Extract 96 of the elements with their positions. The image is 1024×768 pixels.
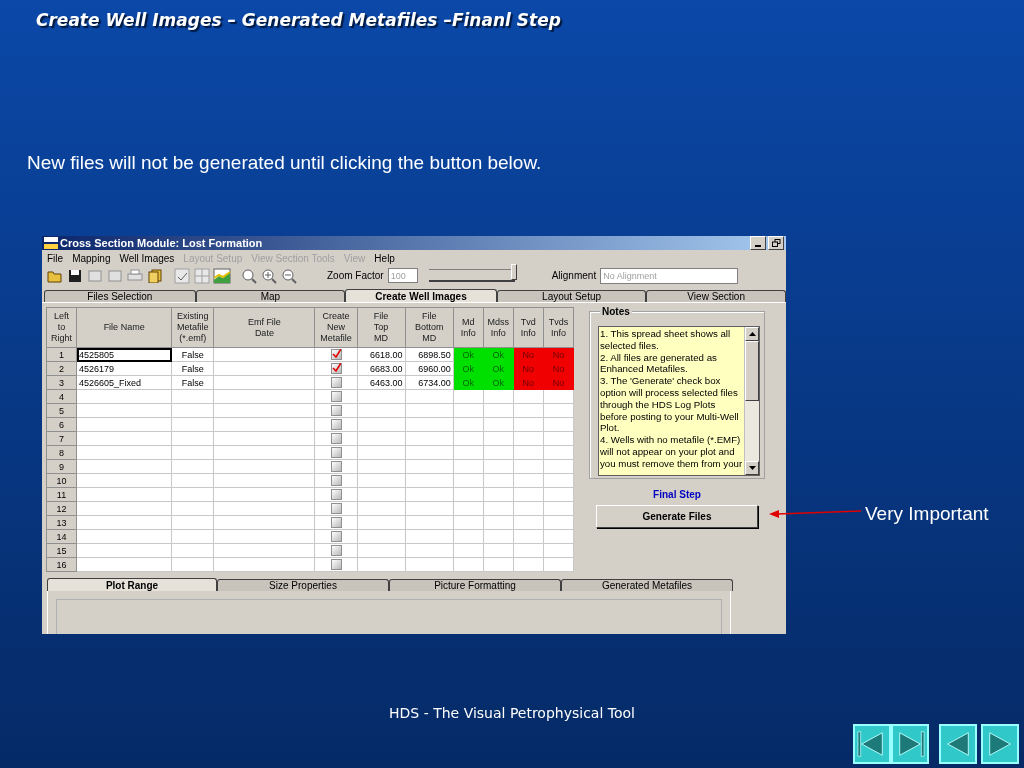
column-header: Tvd Info <box>513 307 544 348</box>
notes-title: Notes <box>600 306 632 317</box>
alignment-field[interactable]: No Alignment <box>600 267 739 284</box>
table-cell: False <box>171 375 214 390</box>
checkbox[interactable] <box>330 503 342 514</box>
tab[interactable]: Plot Range <box>47 578 217 591</box>
window-title: Cross Section Module: Lost Formation <box>60 237 264 249</box>
copy-icon[interactable] <box>145 266 164 285</box>
table-cell: False <box>171 347 214 362</box>
tab[interactable]: Layout Setup <box>496 290 647 302</box>
checkbox[interactable] <box>330 349 342 360</box>
footer-text: HDS - The Visual Petrophysical Tool <box>389 705 635 721</box>
table-cell[interactable] <box>76 501 172 516</box>
zoom-out-icon[interactable] <box>279 266 298 285</box>
table-cell: 6683.00 <box>357 361 406 376</box>
table-cell[interactable] <box>76 543 172 558</box>
checkbox[interactable] <box>330 419 342 430</box>
column-header: Left to Right <box>46 307 77 348</box>
menu-item[interactable]: Well Images <box>119 253 175 264</box>
tab[interactable]: Files Selection <box>44 290 196 302</box>
alignment-label: Alignment <box>551 270 597 281</box>
tab[interactable]: Picture Formatting <box>389 579 561 591</box>
column-header: Md Info <box>453 307 484 348</box>
checkbox[interactable] <box>330 461 342 472</box>
tab[interactable]: Generated Metafiles <box>561 579 733 591</box>
restore-button[interactable] <box>768 236 784 250</box>
previous-slide-button[interactable] <box>939 724 977 764</box>
table-cell[interactable] <box>76 557 172 572</box>
checkbox[interactable] <box>330 405 342 416</box>
zoom-in-icon[interactable] <box>259 266 278 285</box>
checkbox[interactable] <box>330 447 342 458</box>
table-cell: 6960.00 <box>405 361 454 376</box>
table-cell[interactable] <box>76 515 172 530</box>
checkbox[interactable] <box>330 433 342 444</box>
table-cell[interactable] <box>76 473 172 488</box>
checkbox[interactable] <box>330 363 342 374</box>
tab[interactable]: Map <box>195 290 346 302</box>
notes-text: 1. This spread sheet shows all selected files. 2. All files are generated as Enhanced Metafiles. 3. The 'Generate' check box option will process selected files through the HDS Log Plots before posting to your Multi-Well Plot. 4. Wells with no metafile (*.EMF) will not appear on your plot and you must remove them from your <box>599 327 744 471</box>
table-cell[interactable] <box>76 389 172 404</box>
table-cell[interactable] <box>76 403 172 418</box>
menu-item[interactable]: Help <box>374 253 395 264</box>
checkbox[interactable] <box>330 531 342 542</box>
table-cell[interactable]: 4526605_Fixed <box>76 375 172 390</box>
first-slide-button[interactable] <box>853 724 891 764</box>
column-header: Mdss Info <box>483 307 514 348</box>
slide-title: Create Well Images – Generated Metafiles –Finanl Step <box>36 10 562 30</box>
table-cell: False <box>171 361 214 376</box>
checkbox[interactable] <box>330 391 342 402</box>
table-cell: 6618.00 <box>357 347 406 362</box>
scroll-down-icon <box>748 466 756 470</box>
checkbox[interactable] <box>330 377 342 388</box>
table-cell[interactable] <box>76 417 172 432</box>
column-header: File Name <box>76 307 172 348</box>
table-cell[interactable] <box>76 445 172 460</box>
table-cell[interactable]: 4526179 <box>76 361 172 376</box>
table-cell[interactable]: 4525805 <box>76 347 172 362</box>
column-header: File Top MD <box>357 307 406 348</box>
column-header: Tvds Info <box>543 307 574 348</box>
tab[interactable]: Size Properties <box>217 579 389 591</box>
checkbox[interactable] <box>330 475 342 486</box>
check-all-icon[interactable] <box>172 266 191 285</box>
table-cell[interactable] <box>76 529 172 544</box>
last-slide-button[interactable] <box>891 724 929 764</box>
column-header: File Bottom MD <box>405 307 454 348</box>
menu-item[interactable]: File <box>47 253 64 264</box>
zoom-slider-thumb[interactable] <box>510 264 517 280</box>
generate-files-button[interactable]: Generate Files <box>596 505 758 528</box>
next-slide-button[interactable] <box>981 724 1019 764</box>
column-header: Create New Metafile <box>315 307 358 348</box>
intro-text: New files will not be generated until clicking the button below. <box>27 152 543 174</box>
checkbox[interactable] <box>330 545 342 556</box>
callout-text: Very Important <box>865 503 989 524</box>
table-cell: 6898.50 <box>405 347 454 362</box>
scrollbar[interactable] <box>744 327 759 475</box>
zoom-label: Zoom Factor <box>327 270 384 281</box>
tab[interactable]: View Section <box>646 290 786 302</box>
tab[interactable]: Create Well Images <box>345 289 497 302</box>
checkbox[interactable] <box>330 517 342 528</box>
checkbox[interactable] <box>330 559 342 570</box>
minimize-button[interactable] <box>750 236 766 250</box>
final-step-label: Final Step <box>653 489 701 500</box>
grid-icon[interactable] <box>192 266 211 285</box>
table-cell[interactable] <box>76 431 172 446</box>
table-cell[interactable] <box>76 459 172 474</box>
table-cell: 6734.00 <box>405 375 454 390</box>
table-cell[interactable] <box>76 487 172 502</box>
column-header: Existing Metafile (*.emf) <box>171 307 214 348</box>
restore-icon <box>771 239 781 247</box>
column-header: Emf File Date <box>213 307 315 348</box>
checkbox[interactable] <box>330 489 342 500</box>
zoom-icon[interactable] <box>239 266 258 285</box>
menu-item[interactable]: Mapping <box>72 253 111 264</box>
log-plot-icon[interactable] <box>212 266 231 285</box>
scroll-up-icon <box>748 332 756 336</box>
app-logo-icon <box>44 237 58 249</box>
table-cell: 6463.00 <box>357 375 406 390</box>
